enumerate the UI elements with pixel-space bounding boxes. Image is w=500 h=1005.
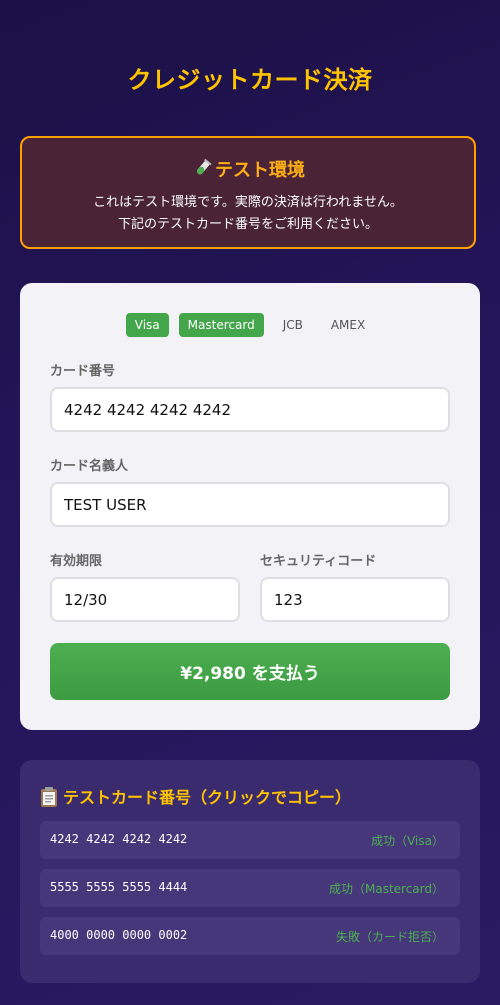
card-brands: Visa Mastercard JCB AMEX — [20, 313, 480, 337]
test-card-result: 失敗（カード拒否） — [335, 930, 444, 944]
expiry-label: 有効期限 — [50, 554, 103, 569]
card-name-input[interactable] — [50, 482, 450, 527]
test-card-number: 4000 0000 0000 0002 — [50, 928, 188, 942]
banner-message: これはテスト環境です。実際の決済は行われません。 下記のテストカード番号をご利用… — [22, 192, 474, 236]
test-tube-icon — [191, 158, 213, 179]
test-card-result: 成功（Mastercard） — [328, 882, 444, 896]
banner-line-2: 下記のテストカード番号をご利用ください。 — [117, 217, 378, 232]
security-code-label: セキュリティコード — [260, 554, 377, 569]
test-card-row[interactable]: 4242 4242 4242 4242 成功（Visa） — [40, 821, 460, 859]
brand-amex: AMEX — [330, 318, 366, 332]
expiry-input[interactable] — [50, 577, 240, 622]
clipboard-icon — [40, 787, 58, 807]
test-cards-title-text: テストカード番号（クリックでコピー） — [63, 788, 352, 807]
page-title: クレジットカード決済 — [127, 66, 373, 94]
card-name-label: カード名義人 — [50, 459, 129, 474]
test-environment-banner: テスト環境 これはテスト環境です。実際の決済は行われません。 下記のテストカード… — [20, 136, 476, 249]
test-card-result: 成功（Visa） — [371, 834, 444, 848]
brand-mastercard: Mastercard — [178, 313, 264, 337]
test-card-number: 4242 4242 4242 4242 — [50, 832, 188, 846]
test-cards-panel: テストカード番号（クリックでコピー） 4242 4242 4242 4242 成… — [20, 760, 480, 983]
test-card-number: 5555 5555 5555 4444 — [50, 880, 188, 894]
card-number-input[interactable] — [50, 387, 450, 432]
security-code-input[interactable] — [260, 577, 450, 622]
payment-form: Visa Mastercard JCB AMEX カード番号 カード名義人 有効… — [20, 283, 480, 730]
banner-title: テスト環境 — [22, 156, 474, 182]
brand-jcb: JCB — [282, 318, 303, 332]
banner-line-1: これはテスト環境です。実際の決済は行われません。 — [93, 195, 403, 210]
test-cards-title: テストカード番号（クリックでコピー） — [40, 784, 351, 808]
brand-visa: Visa — [125, 313, 169, 337]
test-card-row[interactable]: 4000 0000 0000 0002 失敗（カード拒否） — [40, 917, 460, 955]
banner-title-text: テスト環境 — [215, 160, 305, 181]
card-number-label: カード番号 — [50, 364, 116, 379]
test-card-row[interactable]: 5555 5555 5555 4444 成功（Mastercard） — [40, 869, 460, 907]
pay-button[interactable]: ¥2,980 を支払う — [50, 643, 450, 700]
